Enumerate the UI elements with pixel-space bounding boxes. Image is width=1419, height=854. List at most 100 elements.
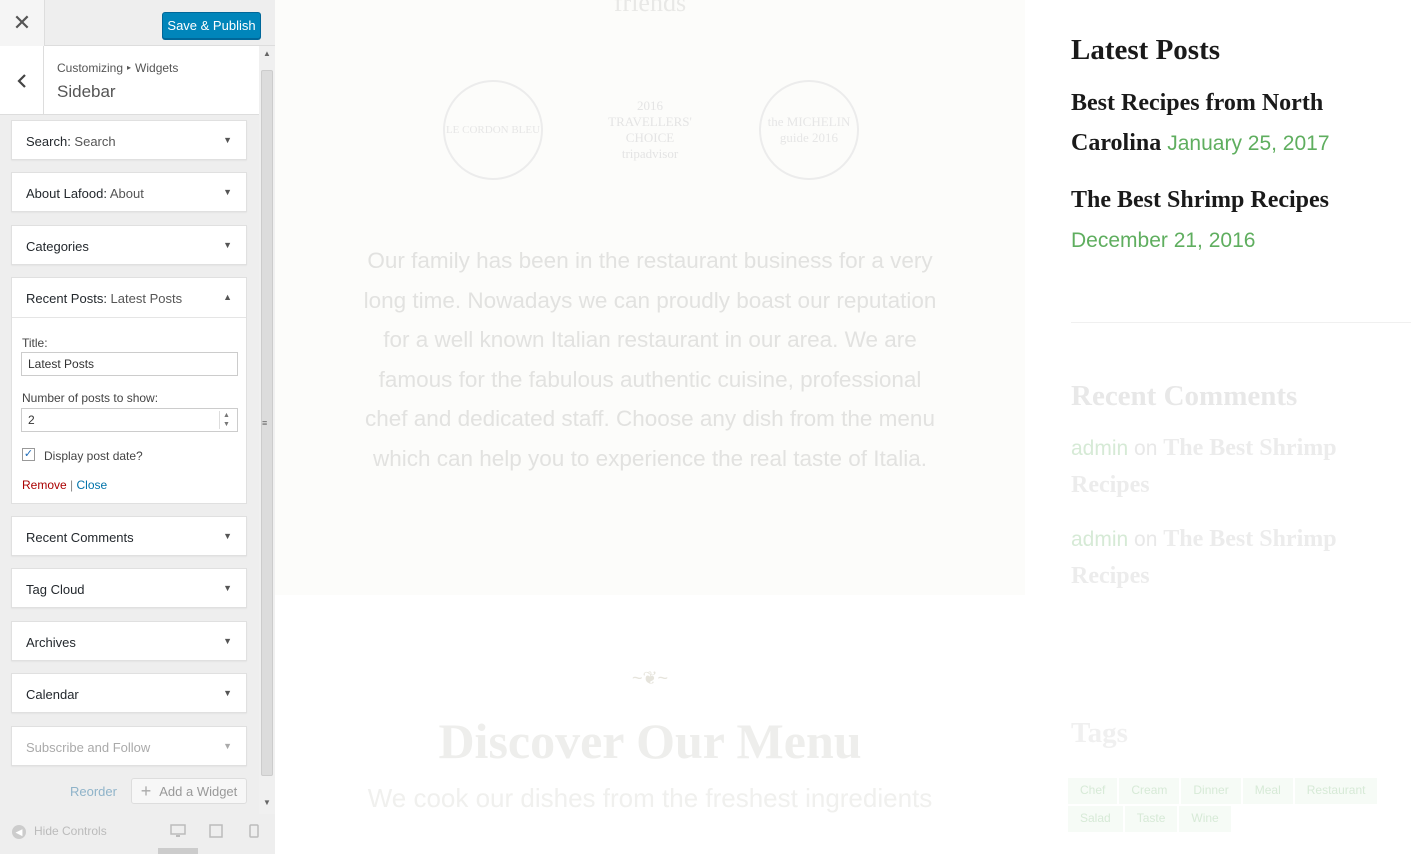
site-preview: friends LE CORDON BLEU 2016 TRAVELLERS' …: [275, 0, 1419, 854]
back-button[interactable]: [0, 46, 44, 115]
link-separator: |: [66, 478, 77, 492]
expand-arrow-icon[interactable]: ▼: [223, 688, 232, 698]
preview-sidebar: Latest Posts Best Recipes from North Car…: [1068, 0, 1419, 854]
close-link[interactable]: Close: [76, 478, 107, 492]
scroll-down-icon[interactable]: ▼: [263, 798, 271, 807]
widget-categories[interactable]: Categories ▼: [11, 225, 247, 265]
save-publish-button[interactable]: Save & Publish: [162, 12, 261, 39]
post-item: The Best Shrimp Recipes December 21, 201…: [1071, 181, 1411, 260]
breadcrumb: Customizing ▸ Widgets: [57, 61, 178, 75]
add-widget-label: Add a Widget: [159, 783, 238, 799]
expand-arrow-icon[interactable]: ▼: [223, 187, 232, 197]
count-value: 2: [28, 413, 35, 427]
customizer-footer: ◀ Hide Controls: [0, 814, 275, 854]
active-device-indicator: [158, 848, 198, 854]
widget-actions: Remove | Close: [22, 478, 107, 492]
post-title-link[interactable]: The Best Shrimp Recipes: [1071, 187, 1329, 213]
tag-link[interactable]: Salad: [1068, 806, 1123, 832]
tag-link[interactable]: Taste: [1124, 806, 1178, 832]
expand-arrow-icon[interactable]: ▼: [223, 135, 232, 145]
customizer-panel: ✕ Save & Publish Customizing ▸ Widgets Sid…: [0, 0, 275, 854]
widget-recent-comments[interactable]: Recent Comments ▼: [11, 516, 247, 556]
ornament-icon: ~❦~: [631, 668, 669, 688]
breadcrumb-section: Widgets: [135, 61, 179, 75]
widget-header[interactable]: Recent Posts: Latest Posts ▲: [12, 278, 246, 318]
count-label: Number of posts to show:: [22, 391, 159, 405]
widget-name: Subscribe and Follow: [26, 740, 151, 755]
comment-author[interactable]: admin: [1071, 528, 1128, 551]
widget-archives[interactable]: Archives ▼: [11, 621, 247, 661]
collapse-icon: ◀: [12, 825, 26, 839]
count-input[interactable]: 2 ▲ ▼: [21, 408, 238, 432]
comment-item: admin on The Best Shrimp Recipes: [1071, 521, 1391, 595]
back-arrow-icon: [16, 73, 26, 88]
expand-arrow-icon[interactable]: ▼: [223, 240, 232, 250]
add-widget-button[interactable]: + Add a Widget: [131, 778, 247, 804]
number-stepper[interactable]: ▲ ▼: [219, 411, 233, 429]
remove-link[interactable]: Remove: [22, 478, 67, 492]
expand-arrow-icon[interactable]: ▼: [223, 583, 232, 593]
widget-search[interactable]: Search: Search ▼: [11, 120, 247, 160]
recent-comments-heading: Recent Comments: [1071, 380, 1298, 412]
comment-on: on: [1128, 437, 1164, 460]
tripadvisor-badge: 2016 TRAVELLERS' CHOICE tripadvisor: [608, 98, 692, 161]
widget-name: About Lafood:: [26, 186, 107, 201]
widget-about[interactable]: About Lafood: About ▼: [11, 172, 247, 212]
collapse-arrow-icon[interactable]: ▲: [223, 292, 232, 302]
tag-link[interactable]: Cream: [1119, 778, 1180, 804]
widget-name: Recent Posts:: [26, 291, 107, 306]
widget-name: Calendar: [26, 687, 79, 702]
widget-actions-row: Reorder + Add a Widget: [0, 778, 259, 804]
widget-subtitle: Latest Posts: [106, 291, 183, 306]
tag-link[interactable]: Chef: [1068, 778, 1118, 804]
tags-heading: Tags: [1071, 717, 1128, 749]
tag-link[interactable]: Restaurant: [1294, 778, 1378, 804]
michelin-badge: the MICHELIN guide 2016: [759, 80, 859, 180]
section-heading-fragment: friends: [613, 0, 687, 17]
tablet-preview-icon[interactable]: [209, 824, 223, 841]
latest-posts-heading: Latest Posts: [1071, 34, 1221, 66]
desktop-preview-icon[interactable]: [170, 824, 186, 841]
post-item: Best Recipes from North Carolina January…: [1071, 84, 1411, 163]
hide-controls-button[interactable]: ◀ Hide Controls: [12, 824, 107, 839]
customizer-toolbar: ✕ Save & Publish: [0, 0, 275, 46]
widget-subtitle: About: [106, 186, 144, 201]
display-date-checkbox[interactable]: ✓: [22, 448, 35, 461]
widget-name: Categories: [26, 239, 89, 254]
cordon-bleu-badge: LE CORDON BLEU: [443, 80, 543, 180]
comment-author[interactable]: admin: [1071, 437, 1128, 460]
reorder-button[interactable]: Reorder: [70, 784, 117, 799]
widget-name: Archives: [26, 635, 76, 650]
close-icon[interactable]: ✕: [0, 0, 45, 46]
plus-icon: +: [140, 780, 152, 801]
tag-link[interactable]: Wine: [1179, 806, 1231, 832]
hide-controls-label: Hide Controls: [34, 824, 107, 838]
tag-cloud: Chef Cream Dinner Meal Restaurant Salad Taste W…: [1068, 778, 1388, 834]
tag-link[interactable]: Meal: [1242, 778, 1293, 804]
about-section: friends LE CORDON BLEU 2016 TRAVELLERS' …: [275, 0, 1025, 595]
expand-arrow-icon[interactable]: ▼: [223, 636, 232, 646]
post-date: December 21, 2016: [1071, 228, 1256, 252]
menu-heading: Discover Our Menu: [438, 713, 862, 769]
mobile-preview-icon[interactable]: [249, 824, 259, 841]
post-date: January 25, 2017: [1167, 131, 1330, 155]
panel-scrollbar[interactable]: ▲ ≡ ▼: [259, 46, 275, 814]
divider: [1071, 322, 1411, 323]
widget-tag-cloud[interactable]: Tag Cloud ▼: [11, 568, 247, 608]
widget-calendar[interactable]: Calendar ▼: [11, 673, 247, 713]
title-input[interactable]: Latest Posts: [21, 352, 238, 376]
section-header: Customizing ▸ Widgets Sidebar: [0, 46, 259, 115]
breadcrumb-separator-icon: ▸: [127, 63, 132, 72]
menu-subheading: We cook our dishes from the freshest ing…: [367, 783, 933, 813]
widget-subscribe[interactable]: Subscribe and Follow ▼: [11, 726, 247, 766]
tag-link[interactable]: Dinner: [1181, 778, 1241, 804]
display-date-label: Display post date?: [44, 449, 143, 463]
comment-item: admin on The Best Shrimp Recipes: [1071, 430, 1391, 504]
expand-arrow-icon[interactable]: ▼: [223, 531, 232, 541]
widget-name: Search:: [26, 134, 71, 149]
widget-recent-posts: Recent Posts: Latest Posts ▲ Title: Late…: [11, 277, 247, 504]
widget-name: Recent Comments: [26, 530, 134, 545]
scroll-up-icon[interactable]: ▲: [263, 49, 271, 58]
expand-arrow-icon[interactable]: ▼: [223, 741, 232, 751]
breadcrumb-root: Customizing: [57, 61, 124, 75]
